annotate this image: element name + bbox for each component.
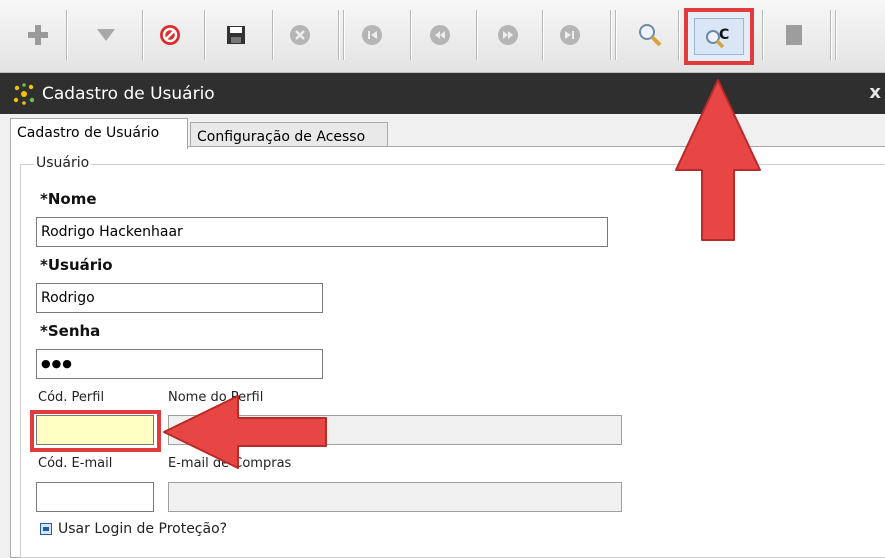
copy-search-glyph: C (719, 27, 729, 43)
next-record-button[interactable] (488, 12, 528, 58)
cod-email-field[interactable] (36, 482, 154, 512)
left-arrow-annotation (163, 395, 327, 469)
copy-search-icon: C (706, 27, 729, 48)
report-icon (786, 25, 802, 45)
previous-record-button[interactable] (420, 12, 460, 58)
previous-record-icon (430, 25, 450, 45)
senha-label: *Senha (40, 322, 101, 340)
group-legend: Usuário (34, 155, 92, 171)
add-icon (28, 25, 48, 45)
cod-email-label: Cód. E-mail (38, 456, 113, 471)
first-record-button[interactable] (352, 12, 392, 58)
first-record-icon (362, 25, 382, 45)
last-record-icon (560, 25, 580, 45)
search-button[interactable] (630, 12, 670, 58)
delete-button[interactable] (280, 12, 320, 58)
senha-field[interactable]: ●●● (36, 349, 323, 379)
copy-search-button[interactable]: C (684, 8, 754, 65)
login-protecao-checkbox[interactable] (40, 523, 52, 535)
report-button[interactable] (774, 12, 814, 58)
nome-label: *Nome (40, 190, 97, 208)
window-title: Cadastro de Usuário (42, 84, 215, 104)
app-logo-icon (13, 83, 35, 105)
save-icon (227, 26, 245, 44)
toolbar: C (0, 0, 885, 73)
save-button[interactable] (216, 12, 256, 58)
usuario-field[interactable]: Rodrigo (36, 283, 323, 313)
search-icon (639, 24, 662, 47)
cancel-button[interactable] (150, 12, 190, 58)
close-icon[interactable]: x (869, 82, 881, 103)
cod-perfil-field[interactable] (36, 415, 154, 445)
cod-perfil-label: Cód. Perfil (38, 390, 105, 405)
nome-field[interactable]: Rodrigo Hackenhaar (36, 217, 608, 247)
add-button[interactable] (18, 12, 58, 58)
next-record-icon (498, 25, 518, 45)
dropdown-icon (97, 29, 115, 41)
login-protecao-label: Usar Login de Proteção? (58, 521, 228, 537)
last-record-button[interactable] (550, 12, 590, 58)
usuario-label: *Usuário (40, 256, 113, 274)
tab-cadastro-usuario[interactable]: Cadastro de Usuário (10, 118, 188, 149)
cancel-icon (160, 25, 180, 45)
up-arrow-annotation (675, 79, 761, 241)
email-compras-field (168, 482, 622, 512)
delete-icon (290, 25, 310, 45)
dropdown-button[interactable] (86, 12, 126, 58)
